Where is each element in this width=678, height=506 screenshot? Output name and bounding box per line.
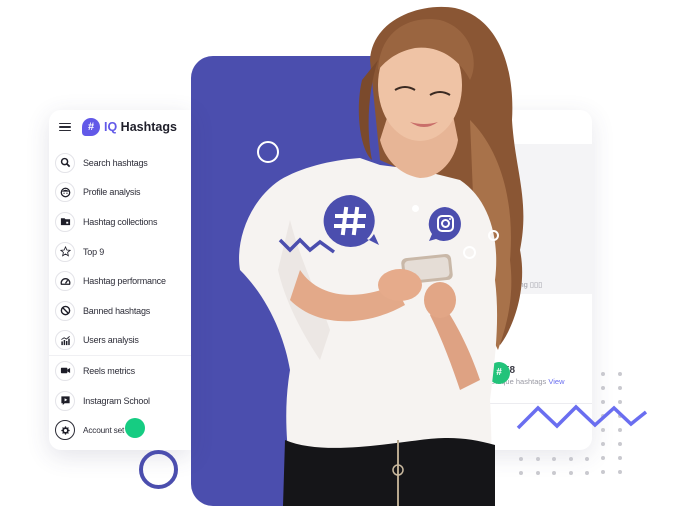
decorative-green-dot (125, 418, 145, 438)
sidebar-item-label: Banned hashtags (83, 305, 151, 316)
sidebar-item-label: Account set (83, 425, 125, 436)
grid-dot (618, 456, 622, 460)
logo-text: IQ Hashtags (104, 120, 177, 134)
sidebar-item-users-analysis[interactable]: Users analysis (55, 326, 191, 356)
grid-dot (552, 457, 556, 461)
sidebar-item-label: Reels metrics (83, 365, 135, 376)
sidebar-item-instagram-school[interactable]: Instagram School (55, 386, 191, 416)
grid-dot (618, 470, 622, 474)
gear-icon (55, 420, 75, 441)
grid-dot (568, 471, 573, 475)
hero-panel (191, 56, 487, 506)
sidebar-item-hashtag-collections[interactable]: Hashtag collections (55, 207, 191, 237)
chart-icon (55, 330, 75, 351)
sidebar-item-label: Hashtag collections (83, 216, 158, 227)
hamburger-icon[interactable] (59, 122, 71, 132)
grid-dot (601, 470, 605, 474)
hashtag-bubble (323, 194, 379, 247)
grid-dot (618, 372, 622, 376)
zigzag-decoration-right (516, 404, 648, 430)
folder-icon (55, 211, 75, 232)
sidebar-menu: # IQ Hashtags Search hashtags Profile an… (49, 110, 191, 450)
star-icon (55, 241, 75, 262)
grid-dot (601, 456, 605, 460)
sidebar-item-account-settings[interactable]: Account set (55, 415, 191, 445)
hashtag-preview-card: tagi # Mentoring ▯▯▯ 4 558 Unique hashta… (470, 110, 592, 450)
ban-icon (55, 300, 75, 321)
video-icon (55, 360, 75, 381)
hashtag-badge-icon: # (488, 362, 510, 384)
decorative-ring-small (463, 246, 476, 259)
instagram-bubble (428, 207, 461, 241)
grid-dot (601, 442, 605, 446)
decorative-ring-small (488, 230, 499, 241)
sidebar-item-profile-analysis[interactable]: Profile analysis (55, 178, 191, 208)
grid-dot (585, 457, 589, 461)
grid-dot (568, 457, 573, 461)
grid-dot (585, 471, 589, 475)
decorative-dot (412, 205, 419, 212)
grid-dot (519, 471, 523, 475)
logo-icon: # (82, 118, 100, 136)
play-box-icon (55, 390, 75, 411)
search-icon (55, 152, 75, 173)
grid-dot (535, 457, 540, 461)
decorative-ring-large (139, 450, 178, 489)
grid-dot (601, 372, 605, 376)
sidebar-item-label: Profile analysis (83, 187, 141, 198)
sidebar-item-label: Instagram School (83, 395, 150, 406)
sidebar-item-hashtag-performance[interactable]: Hashtag performance (55, 266, 191, 296)
grid-dot (618, 386, 622, 390)
preview-image-area (470, 144, 592, 294)
sidebar-item-label: Users analysis (83, 335, 139, 346)
logo-prefix: IQ (104, 120, 118, 134)
sidebar-item-label: Hashtag performance (83, 276, 166, 287)
grid-dot (552, 471, 556, 475)
gauge-icon (55, 271, 75, 292)
grid-dot (618, 442, 622, 446)
sidebar-header: # IQ Hashtags (59, 118, 177, 136)
grid-dot (535, 471, 540, 475)
sidebar-item-banned-hashtags[interactable]: Banned hashtags (55, 296, 191, 326)
face-icon (55, 182, 75, 203)
sidebar-item-reels-metrics[interactable]: Reels metrics (55, 356, 191, 386)
decorative-ring (257, 141, 279, 163)
grid-dot (601, 386, 605, 390)
logo-name: Hashtags (117, 120, 177, 134)
sidebar-item-label: Top 9 (83, 246, 105, 257)
grid-dot (519, 457, 523, 461)
sidebar-item-search-hashtags[interactable]: Search hashtags (55, 148, 191, 178)
nav-list: Search hashtags Profile analysis Hashtag… (49, 148, 191, 445)
sidebar-item-top-9[interactable]: Top 9 (55, 237, 191, 267)
view-link[interactable]: View (548, 377, 564, 386)
sidebar-item-label: Search hashtags (83, 157, 148, 168)
